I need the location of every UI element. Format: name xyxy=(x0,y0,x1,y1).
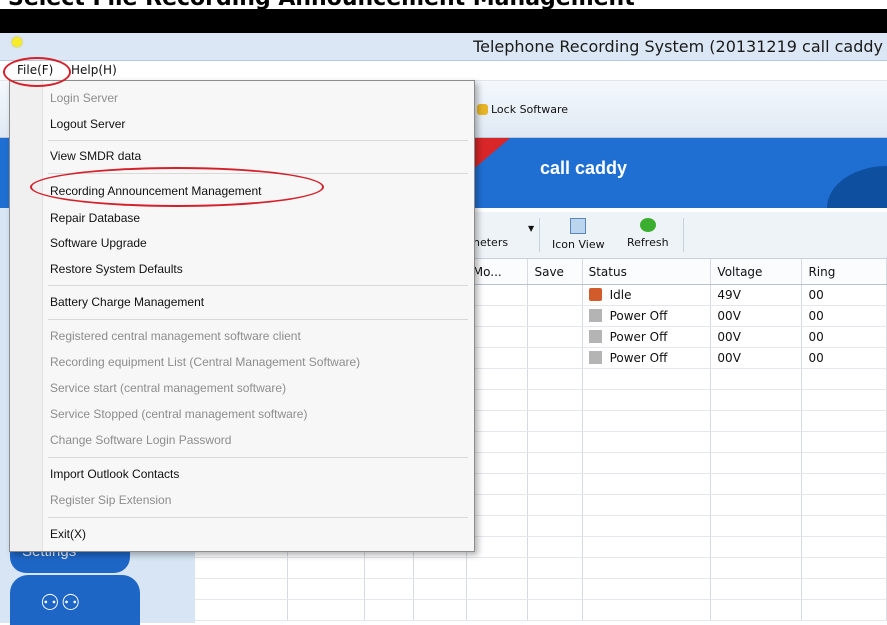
menu-item-change-password[interactable]: Change Software Login Password xyxy=(50,433,231,447)
menu-separator xyxy=(48,319,468,320)
refresh-label: Refresh xyxy=(627,236,669,249)
tutorial-caption: Select File Recording Announcement Manag… xyxy=(0,0,887,9)
banner-title: call caddy xyxy=(540,158,628,178)
toolbar-separator xyxy=(683,218,684,252)
column-header-status[interactable]: Status xyxy=(582,259,712,285)
menu-item-service-start[interactable]: Service start (central management softwa… xyxy=(50,381,286,395)
status-cell: Power Off xyxy=(609,351,668,365)
menu-item-restore-defaults[interactable]: Restore System Defaults xyxy=(50,262,183,276)
menu-item-repair-database[interactable]: Repair Database xyxy=(50,211,140,225)
menu-separator xyxy=(48,140,468,141)
voltage-cell: 49V xyxy=(710,284,803,306)
window-titlebar: Telephone Recording System (20131219 cal… xyxy=(0,33,887,61)
ring-cell: 00 xyxy=(801,326,887,348)
voltage-cell: 00V xyxy=(710,305,803,327)
menu-separator xyxy=(48,457,468,458)
menu-item-register-sip[interactable]: Register Sip Extension xyxy=(50,493,171,507)
menu-separator xyxy=(48,285,468,286)
voltage-cell: 00V xyxy=(710,326,803,348)
team-nav-button[interactable]: ⚇⚇ xyxy=(10,575,140,625)
status-cell: Idle xyxy=(609,288,632,302)
phone-idle-icon xyxy=(588,288,602,301)
annotation-circle-file xyxy=(3,57,71,87)
power-off-icon xyxy=(588,351,602,364)
menu-help[interactable]: Help(H) xyxy=(66,63,122,77)
menu-icon-gutter xyxy=(10,81,43,551)
lock-icon xyxy=(477,104,488,115)
icon-view-label: Icon View xyxy=(552,238,605,251)
banner-curve xyxy=(827,166,887,208)
menu-item-view-smdr[interactable]: View SMDR data xyxy=(50,149,141,163)
table-row xyxy=(195,599,887,621)
column-header-ring[interactable]: Ring xyxy=(801,259,887,285)
menu-bar: File(F) Help(H) xyxy=(0,61,887,81)
menu-item-logout-server[interactable]: Logout Server xyxy=(50,117,125,131)
parameters-label: neters xyxy=(473,236,509,249)
refresh-icon xyxy=(639,218,656,232)
ring-cell: 00 xyxy=(801,347,887,369)
screen-top-bar xyxy=(0,9,887,33)
app-icon xyxy=(12,37,22,47)
table-row xyxy=(195,578,887,600)
status-cell: Power Off xyxy=(609,330,668,344)
lock-software-label: Lock Software xyxy=(491,103,569,116)
menu-item-exit[interactable]: Exit(X) xyxy=(50,527,86,541)
menu-item-equipment-list[interactable]: Recording equipment List (Central Manage… xyxy=(50,355,360,369)
voltage-cell: 00V xyxy=(710,347,803,369)
status-cell: Power Off xyxy=(609,309,668,323)
column-header-mode[interactable]: Mo... xyxy=(466,259,529,285)
lock-software-button[interactable]: Lock Software xyxy=(477,103,568,116)
menu-item-import-outlook[interactable]: Import Outlook Contacts xyxy=(50,467,179,481)
banner-accent xyxy=(470,138,510,172)
ring-cell: 00 xyxy=(801,284,887,306)
menu-item-login-server[interactable]: Login Server xyxy=(50,91,118,105)
ring-cell: 00 xyxy=(801,305,887,327)
file-menu-dropdown: Login Server Logout Server View SMDR dat… xyxy=(9,80,475,552)
parameters-dropdown[interactable]: neters ▼ xyxy=(473,224,534,249)
annotation-circle-announcement xyxy=(30,167,324,207)
icon-view-button[interactable]: Icon View xyxy=(552,218,605,251)
refresh-button[interactable]: Refresh xyxy=(627,218,669,249)
menu-item-battery-charge[interactable]: Battery Charge Management xyxy=(50,295,204,309)
icon-view-icon xyxy=(570,218,587,234)
users-icon: ⚇⚇ xyxy=(40,591,82,616)
table-row xyxy=(195,557,887,579)
column-header-save[interactable]: Save xyxy=(527,259,583,285)
menu-separator xyxy=(48,517,468,518)
power-off-icon xyxy=(588,309,602,322)
menu-item-software-upgrade[interactable]: Software Upgrade xyxy=(50,236,147,250)
column-header-voltage[interactable]: Voltage xyxy=(710,259,803,285)
dropdown-arrow-icon: ▼ xyxy=(528,224,535,233)
toolbar-separator xyxy=(539,218,540,252)
power-off-icon xyxy=(588,330,602,343)
window-title: Telephone Recording System (20131219 cal… xyxy=(473,37,883,56)
menu-item-service-stopped[interactable]: Service Stopped (central management soft… xyxy=(50,407,307,421)
menu-item-register-client[interactable]: Registered central management software c… xyxy=(50,329,301,343)
